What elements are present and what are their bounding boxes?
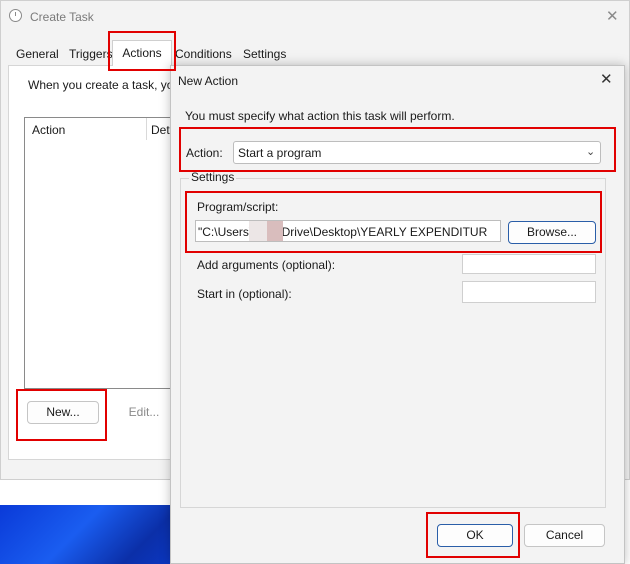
actions-description: When you create a task, yo (28, 78, 174, 92)
column-divider[interactable] (146, 118, 147, 140)
highlight-new-button (16, 389, 107, 441)
tab-conditions[interactable]: Conditions (172, 44, 235, 64)
tab-settings[interactable]: Settings (240, 44, 289, 64)
dialog-close-icon[interactable]: ✕ (600, 70, 613, 88)
cancel-button[interactable]: Cancel (524, 524, 605, 547)
start-in-input[interactable] (462, 281, 596, 303)
edit-button[interactable]: Edit... (118, 401, 170, 424)
column-header-details[interactable]: Det (151, 123, 170, 137)
settings-group-label: Settings (189, 170, 237, 184)
highlight-program-script (185, 191, 602, 253)
dialog-instruction: You must specify what action this task w… (185, 109, 455, 123)
highlight-action-select (179, 127, 616, 172)
dialog-title: New Action (178, 74, 239, 88)
create-task-title: Create Task (30, 10, 94, 24)
add-arguments-input[interactable] (462, 254, 596, 274)
actions-list[interactable] (24, 117, 178, 389)
tab-general[interactable]: General (13, 44, 62, 64)
highlight-ok-button (426, 512, 520, 558)
clock-icon (9, 9, 22, 22)
add-arguments-label: Add arguments (optional): (197, 258, 336, 272)
close-icon[interactable]: ✕ (606, 7, 619, 25)
highlight-actions-tab (108, 31, 176, 71)
start-in-label: Start in (optional): (197, 287, 292, 301)
column-header-action[interactable]: Action (32, 123, 65, 137)
